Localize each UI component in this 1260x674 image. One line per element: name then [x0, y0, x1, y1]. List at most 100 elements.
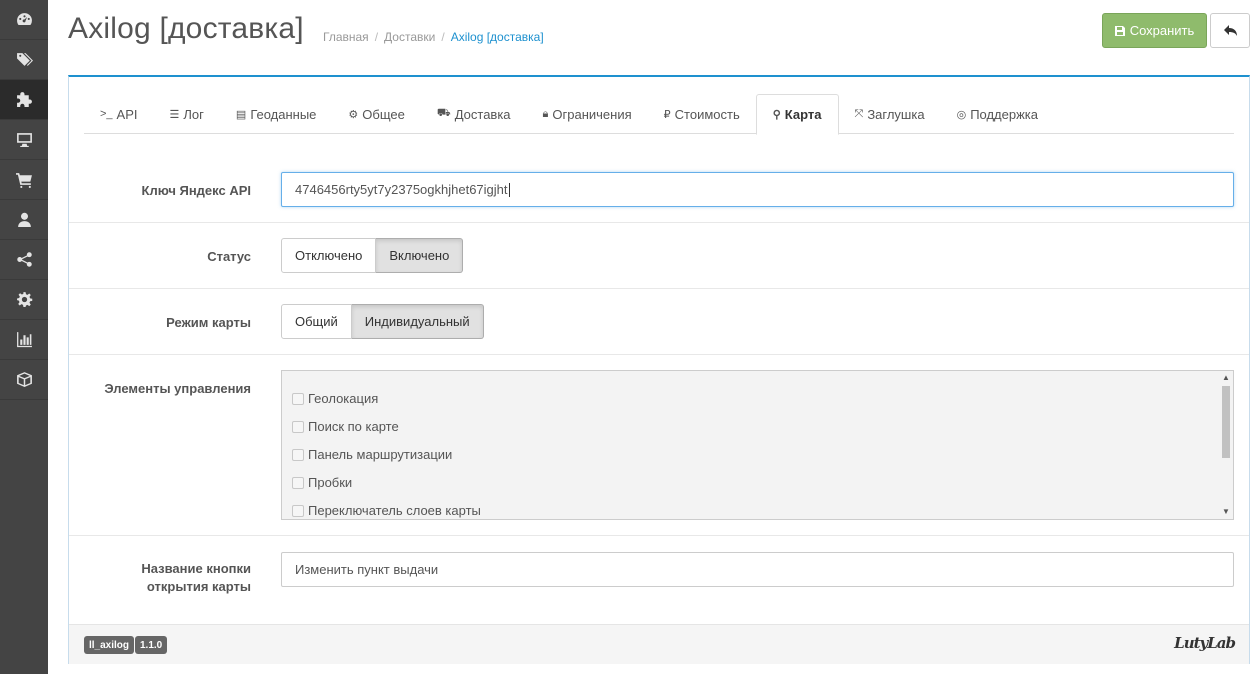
module-code-badge: ll_axilog	[84, 636, 135, 654]
user-icon	[17, 212, 31, 227]
breadcrumb: Главная / Доставки / Axilog [доставка]	[323, 30, 544, 44]
checkbox[interactable]	[292, 448, 304, 461]
status-disabled-button[interactable]: Отключено	[281, 238, 377, 273]
checkbox[interactable]	[292, 420, 304, 433]
checkbox-item[interactable]: Переключатель слоев карты	[292, 503, 481, 518]
breadcrumb-current[interactable]: Axilog [доставка]	[451, 30, 544, 44]
button-name-value: Изменить пункт выдачи	[295, 562, 439, 577]
button-name-label: Название кнопки открытия карты	[141, 560, 251, 596]
tab-general[interactable]: ⚙ Общее	[332, 94, 420, 134]
tab-cost[interactable]: ₽ Стоимость	[648, 94, 756, 134]
tab-label: Лог	[183, 106, 204, 122]
map-mode-toggle: Общий Индивидуальный	[281, 304, 484, 339]
scroll-up-arrow-icon[interactable]: ▲	[1222, 373, 1230, 383]
bar-chart-icon	[16, 332, 32, 348]
tab-geodata[interactable]: ▤ Геоданные	[220, 94, 333, 134]
version-badge: 1.1.0	[135, 636, 168, 654]
checkbox-label: Переключатель слоев карты	[308, 503, 481, 518]
form-row-status: Статус Отключено Включено	[69, 223, 1249, 289]
tab-restrictions[interactable]: 🔒︎ Ограничения	[527, 94, 648, 134]
api-key-value: 4746456rty5yt7y2375ogkhjhet67igjht	[295, 182, 508, 197]
panel-footer: ll_axilog 1.1.0 LutyLab	[69, 624, 1249, 664]
share-icon	[16, 252, 32, 267]
tab-log[interactable]: ☰ Лог	[154, 94, 220, 134]
life-ring-icon: ◎	[956, 108, 967, 121]
tab-label: Общее	[362, 106, 405, 122]
ruble-icon: ₽	[663, 108, 671, 121]
checkbox[interactable]	[292, 392, 304, 405]
checkbox-label: Пробки	[308, 475, 353, 490]
sidebar-item-sales[interactable]	[0, 160, 48, 200]
terminal-icon: >_	[100, 108, 113, 120]
sidebar-item-customers[interactable]	[0, 200, 48, 240]
back-button[interactable]	[1210, 13, 1250, 48]
tab-label: API	[116, 106, 138, 122]
sidebar-item-modules[interactable]	[0, 360, 48, 400]
map-mode-individual-button[interactable]: Индивидуальный	[351, 304, 484, 339]
scroll-thumb[interactable]	[1222, 386, 1230, 458]
map-mode-common-button[interactable]: Общий	[281, 304, 352, 339]
checkbox[interactable]	[292, 476, 304, 489]
sidebar-item-catalog[interactable]	[0, 40, 48, 80]
reply-icon	[1223, 25, 1237, 36]
checkbox-label: Поиск по карте	[308, 419, 399, 434]
arrows-icon: ⤧	[854, 107, 864, 120]
button-name-label-line2: открытия карты	[146, 579, 251, 594]
tags-icon	[16, 53, 33, 66]
checkbox[interactable]	[292, 504, 304, 517]
sidebar-item-dashboard[interactable]	[0, 0, 48, 40]
checkbox-item[interactable]: Поиск по карте	[292, 419, 399, 434]
sidebar-item-reports[interactable]	[0, 320, 48, 360]
api-key-label: Ключ Яндекс API	[141, 183, 251, 198]
controls-checkbox-list[interactable]: Геолокация Поиск по карте Панель маршрут…	[281, 370, 1234, 520]
gear-icon: ⚙	[348, 108, 359, 121]
cube-icon	[16, 372, 32, 387]
cart-icon	[15, 173, 32, 188]
tab-label: Поддержка	[970, 106, 1039, 122]
form-row-map-mode: Режим карты Общий Индивидуальный	[69, 289, 1249, 355]
status-enabled-button[interactable]: Включено	[376, 238, 464, 273]
button-name-label-line1: Название кнопки	[141, 561, 251, 576]
api-key-input[interactable]: 4746456rty5yt7y2375ogkhjhet67igjht	[281, 172, 1234, 207]
sidebar-item-design[interactable]	[0, 120, 48, 160]
scrollbar[interactable]: ▲ ▼	[1219, 371, 1233, 519]
form-row-api-key: Ключ Яндекс API 4746456rty5yt7y2375ogkhj…	[69, 157, 1249, 223]
lock-icon: 🔒︎	[542, 107, 549, 120]
database-icon: ▤	[235, 108, 247, 121]
button-name-input[interactable]: Изменить пункт выдачи	[281, 552, 1234, 587]
sidebar-item-marketing[interactable]	[0, 240, 48, 280]
tab-map[interactable]: ⚲ Карта	[755, 94, 839, 135]
scroll-down-arrow-icon[interactable]: ▼	[1222, 507, 1230, 517]
checkbox-item[interactable]: Панель маршрутизации	[292, 447, 452, 462]
list-icon: ☰	[169, 108, 180, 121]
tab-stub[interactable]: ⤧ Заглушка	[839, 94, 941, 134]
truck-icon: ⛟	[436, 107, 451, 119]
sidebar	[0, 0, 48, 674]
tab-api[interactable]: >_ API	[84, 94, 154, 134]
tab-label: Стоимость	[674, 106, 740, 122]
save-button[interactable]: Сохранить	[1102, 13, 1207, 48]
tab-label: Заглушка	[867, 106, 925, 122]
checkbox-label: Панель маршрутизации	[308, 447, 453, 462]
gear-icon	[16, 292, 32, 307]
form-row-button-name: Название кнопки открытия карты Изменить …	[69, 536, 1249, 624]
dashboard-icon	[16, 13, 32, 26]
brand-logo[interactable]: LutyLab	[1174, 634, 1236, 652]
desktop-icon	[16, 133, 32, 147]
tab-label: Доставка	[454, 106, 511, 122]
puzzle-icon	[16, 92, 32, 107]
floppy-disk-icon	[1114, 25, 1125, 36]
sidebar-item-extensions[interactable]	[0, 80, 48, 120]
sidebar-item-system[interactable]	[0, 280, 48, 320]
settings-panel: >_ API ☰ Лог ▤ Геоданные ⚙ Общее ⛟ Доставка 🔒…	[68, 75, 1250, 664]
breadcrumb-home[interactable]: Главная	[323, 30, 369, 44]
tab-support[interactable]: ◎ Поддержка	[941, 94, 1054, 134]
save-button-label: Сохранить	[1129, 23, 1195, 38]
map-marker-icon: ⚲	[772, 109, 781, 121]
map-mode-label: Режим карты	[166, 315, 251, 330]
checkbox-item[interactable]: Геолокация	[292, 391, 378, 406]
breadcrumb-shipping[interactable]: Доставки	[384, 30, 435, 44]
tab-delivery[interactable]: ⛟ Доставка	[421, 94, 527, 134]
checkbox-item[interactable]: Пробки	[292, 475, 352, 490]
tab-label: Ограничения	[552, 106, 632, 122]
